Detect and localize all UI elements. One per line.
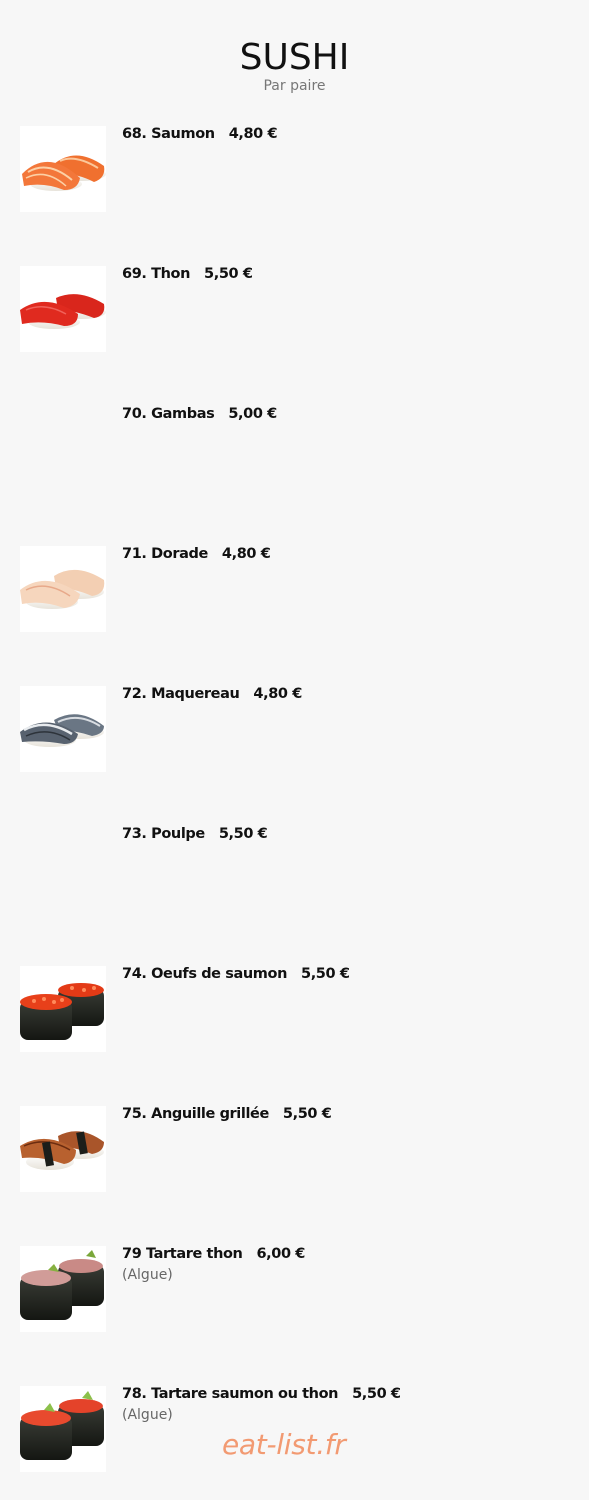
grilled-eel-nigiri-image xyxy=(20,1106,106,1192)
item-price: 5,50 € xyxy=(218,826,268,842)
item-name: 75. Anguille grillée xyxy=(122,1106,269,1122)
menu-item-gambas[interactable]: 70. Gambas 5,00 € xyxy=(20,406,569,496)
item-price: 4,80 € xyxy=(221,546,271,562)
item-price: 5,00 € xyxy=(228,406,277,422)
sea-bream-nigiri-image xyxy=(20,546,106,632)
item-price: 4,80 € xyxy=(228,126,278,142)
item-note: (Algue) xyxy=(122,1267,173,1283)
salmon-roe-gunkan-image xyxy=(20,966,106,1052)
menu-item-tartare-thon[interactable]: 79 Tartare thon 6,00 € (Algue) xyxy=(20,1246,569,1336)
menu-item-saumon[interactable]: 68. Saumon 4,80 € xyxy=(20,126,569,216)
item-name: 78. Tartare saumon ou thon xyxy=(122,1386,339,1402)
page-title: SUSHI xyxy=(239,37,350,78)
item-price: 5,50 € xyxy=(301,966,350,982)
menu-item-anguille-grillee[interactable]: 75. Anguille grillée 5,50 € xyxy=(20,1106,569,1196)
item-price: 5,50 € xyxy=(282,1106,332,1122)
menu-item-poulpe[interactable]: 73. Poulpe 5,50 € xyxy=(20,826,569,916)
menu-item-thon[interactable]: 69. Thon 5,50 € xyxy=(20,266,569,356)
item-price: 4,80 € xyxy=(253,686,302,702)
menu-item-oeufs-de-saumon[interactable]: 74. Oeufs de saumon 5,50 € xyxy=(20,966,569,1056)
page-header: SUSHI Par paire xyxy=(0,36,589,94)
item-price: 5,50 € xyxy=(204,266,253,282)
item-name: 72. Maquereau xyxy=(122,686,240,702)
item-name: 71. Dorade xyxy=(122,546,208,562)
menu-item-maquereau[interactable]: 72. Maquereau 4,80 € xyxy=(20,686,569,776)
salmon-nigiri-image xyxy=(20,126,106,212)
item-price: 6,00 € xyxy=(256,1246,305,1262)
item-name: 79 Tartare thon xyxy=(122,1246,243,1262)
item-price: 5,50 € xyxy=(352,1386,401,1402)
salmon-tartare-gunkan-image xyxy=(20,1386,106,1472)
tuna-nigiri-image xyxy=(20,266,106,352)
watermark: eat-list.fr xyxy=(222,1428,346,1461)
mackerel-nigiri-image xyxy=(20,686,106,772)
item-name: 70. Gambas xyxy=(122,406,215,422)
item-name: 73. Poulpe xyxy=(122,826,205,842)
menu-item-dorade[interactable]: 71. Dorade 4,80 € xyxy=(20,546,569,636)
item-name: 68. Saumon xyxy=(122,126,215,142)
item-note: (Algue) xyxy=(122,1407,173,1423)
item-name: 69. Thon xyxy=(122,266,191,282)
page-subtitle: Par paire xyxy=(263,78,326,94)
tuna-tartare-gunkan-image xyxy=(20,1246,106,1332)
item-name: 74. Oeufs de saumon xyxy=(122,966,287,982)
